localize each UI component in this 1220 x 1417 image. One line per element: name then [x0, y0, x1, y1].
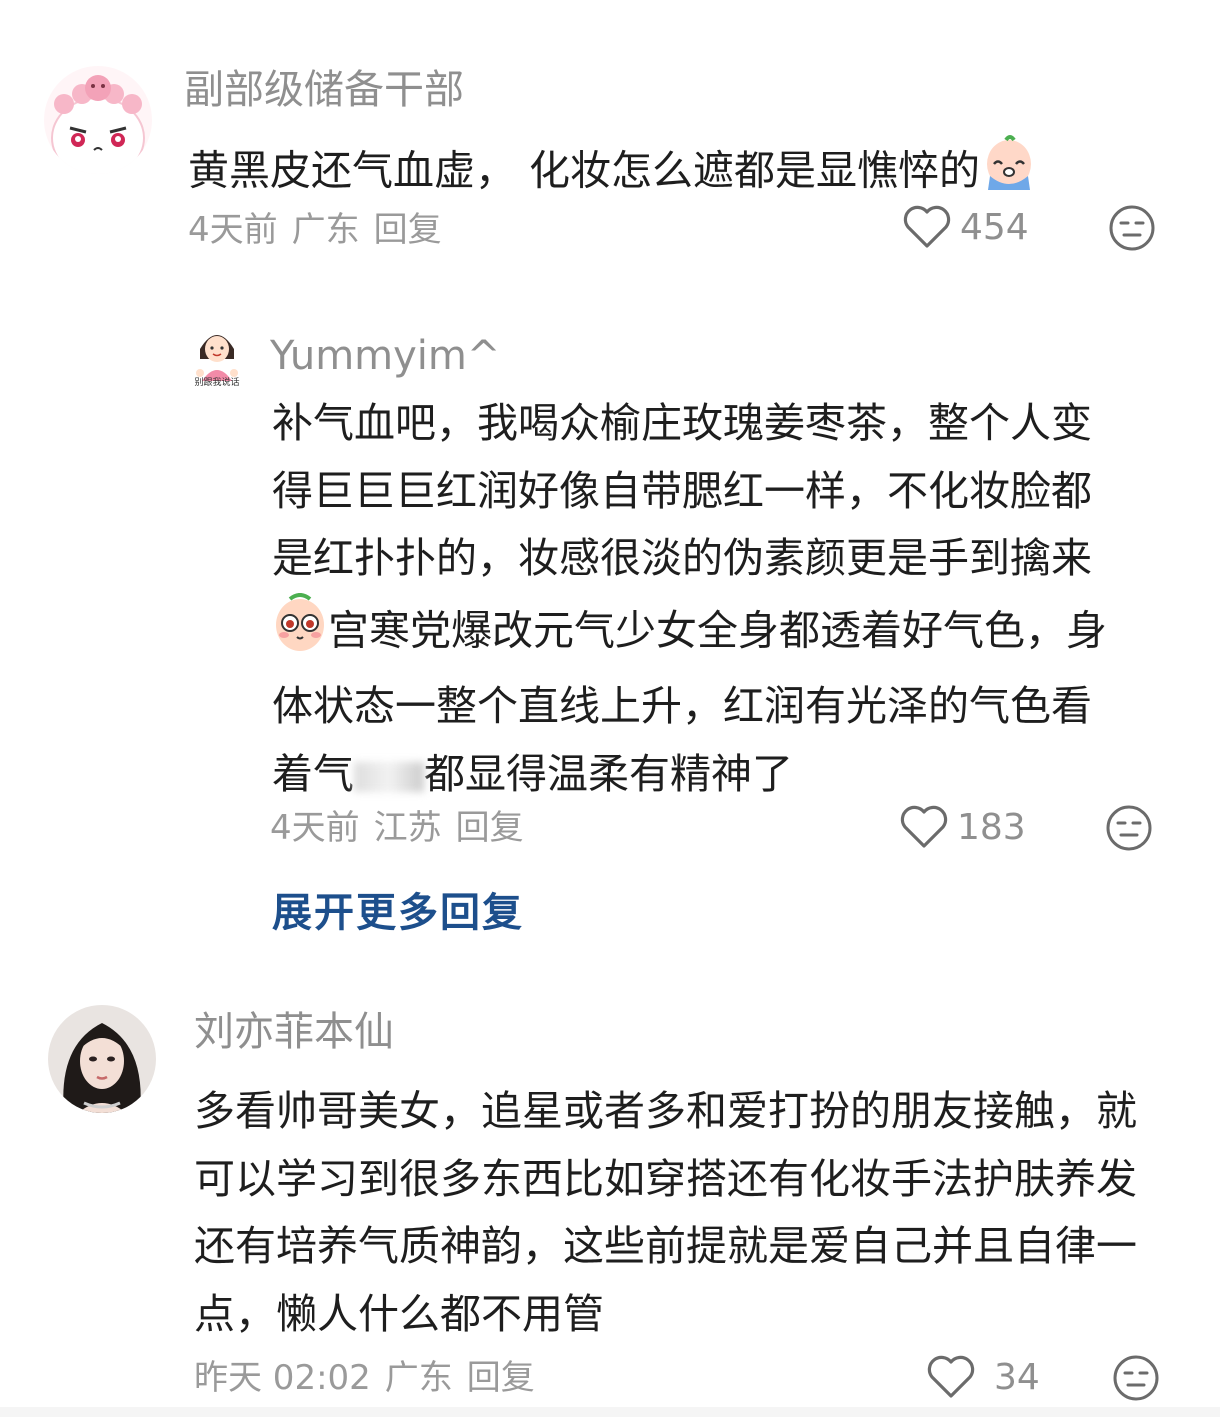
timestamp: 昨天 02:02 — [194, 1358, 371, 1398]
comment-meta: 4天前 江苏 回复 — [270, 808, 538, 848]
comment-text: 多看帅哥美女，追星或者多和爱打扮的朋友接触，就可以学习到很多东西比如穿搭还有化妆… — [194, 1087, 1137, 1338]
comment-text-content-3: 都显得温柔有精神了 — [424, 749, 793, 798]
like-count: 454 — [960, 206, 1029, 248]
heart-icon — [903, 205, 951, 248]
portrait-avatar-icon — [48, 1005, 156, 1113]
crying-face-sticker-icon — [980, 134, 1038, 213]
username[interactable]: 副部级储备干部 — [184, 66, 464, 114]
like-count: 183 — [957, 806, 1026, 848]
avatar[interactable] — [48, 1005, 156, 1113]
expand-more-replies-button[interactable]: 展开更多回复 — [272, 880, 524, 938]
heart-icon — [900, 805, 948, 848]
username[interactable]: Yummyim^ — [270, 332, 500, 380]
location: 广东 — [384, 1358, 453, 1398]
neutral-face-icon — [1106, 805, 1152, 851]
reply-button[interactable]: 回复 — [467, 1358, 535, 1398]
bottom-divider — [0, 1407, 1220, 1417]
dislike-button[interactable] — [1105, 804, 1153, 856]
comment-text: 黄黑皮还气血虚， 化妆怎么遮都是显憔悴的 — [188, 134, 1148, 213]
blushing-face-sticker-icon — [272, 592, 328, 674]
avatar[interactable]: 别跟我说话 — [190, 325, 244, 393]
neutral-face-icon — [1113, 1355, 1159, 1401]
timestamp: 4天前 — [188, 210, 278, 250]
comment-text: 补气血吧，我喝众榆庄玫瑰姜枣茶，整个人变得巨巨巨红润好像自带腮红一样，不化妆脸都… — [272, 390, 1132, 808]
location: 广东 — [291, 210, 360, 250]
comment-text-content: 黄黑皮还气血虚， 化妆怎么遮都是显憔悴的 — [188, 146, 981, 195]
dislike-button[interactable] — [1108, 204, 1156, 256]
comment-meta: 昨天 02:02 广东 回复 — [194, 1358, 549, 1398]
like-button[interactable]: 34 — [926, 1354, 1040, 1400]
username[interactable]: 刘亦菲本仙 — [194, 1008, 394, 1056]
timestamp: 4天前 — [270, 808, 360, 848]
location: 江苏 — [373, 808, 442, 848]
reply-button[interactable]: 回复 — [456, 808, 524, 848]
comment-meta: 4天前 广东 回复 — [188, 210, 456, 250]
reply-button[interactable]: 回复 — [374, 210, 442, 250]
cartoon-avatar-icon — [44, 66, 152, 174]
dislike-button[interactable] — [1112, 1354, 1160, 1406]
blurred-text — [354, 761, 424, 792]
like-button[interactable]: 183 — [899, 804, 1026, 850]
like-count: 34 — [994, 1356, 1040, 1398]
neutral-face-icon — [1109, 205, 1155, 251]
comment-text-content: 补气血吧，我喝众榆庄玫瑰姜枣茶，整个人变得巨巨巨红润好像自带腮红一样，不化妆脸都… — [272, 399, 1092, 582]
avatar[interactable] — [44, 66, 152, 174]
like-button[interactable]: 454 — [902, 204, 1029, 250]
avatar-caption: 别跟我说话 — [194, 378, 240, 388]
heart-icon — [927, 1355, 975, 1398]
